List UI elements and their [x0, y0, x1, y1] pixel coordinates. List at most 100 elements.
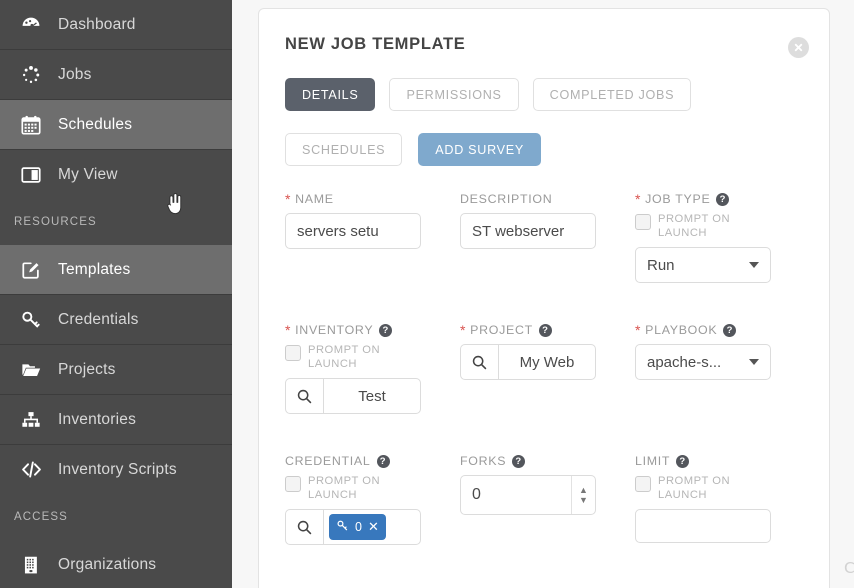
tab-completed-jobs[interactable]: COMPLETED JOBS — [532, 78, 692, 111]
spinner-dots-icon — [14, 62, 48, 88]
pencil-square-icon — [14, 257, 48, 283]
code-brackets-icon — [14, 457, 48, 483]
sidebar-item-label: Organizations — [58, 555, 157, 573]
name-input[interactable]: servers setu — [285, 213, 421, 249]
chevron-down-icon — [749, 262, 759, 268]
limit-input[interactable] — [635, 509, 771, 543]
sidebar-item-inventories[interactable]: Inventories — [0, 395, 232, 444]
help-question-icon[interactable]: ? — [379, 323, 393, 337]
help-question-icon[interactable]: ? — [376, 454, 390, 468]
field-label-text: DESCRIPTION — [460, 192, 553, 206]
field-label-text: LIMIT — [635, 454, 671, 468]
chevron-down-icon[interactable]: ▼ — [579, 495, 588, 505]
search-icon[interactable] — [286, 379, 324, 413]
job-template-form: * NAME servers setu DESCRIPTION ST webse… — [285, 192, 805, 585]
field-playbook: * PLAYBOOK ? apache-s... — [635, 323, 810, 454]
field-label-text: FORKS — [460, 454, 507, 468]
help-question-icon[interactable]: ? — [676, 454, 690, 468]
stepper-arrows[interactable]: ▲ ▼ — [571, 476, 595, 514]
field-label: * NAME — [285, 192, 460, 206]
job-type-value: Run — [647, 256, 675, 274]
field-label-text: NAME — [295, 192, 334, 206]
sidebar-item-credentials[interactable]: Credentials — [0, 295, 232, 344]
calendar-icon — [14, 112, 48, 138]
chevron-down-icon — [749, 359, 759, 365]
prompt-on-launch-checkbox[interactable] — [635, 476, 651, 492]
field-forks: FORKS ? 0 ▲ ▼ — [460, 454, 635, 585]
credential-lookup[interactable]: 0 ✕ — [285, 509, 421, 545]
field-label-text: PLAYBOOK — [645, 323, 718, 337]
prompt-on-launch-checkbox[interactable] — [635, 214, 651, 230]
field-name: * NAME servers setu — [285, 192, 460, 323]
page-title: NEW JOB TEMPLATE — [285, 35, 466, 53]
sidebar-section-resources: RESOURCES — [0, 199, 232, 245]
sidebar-item-projects[interactable]: Projects — [0, 345, 232, 394]
forks-stepper[interactable]: 0 ▲ ▼ — [460, 475, 596, 515]
prompt-on-launch-row[interactable]: PROMPT ON LAUNCH — [285, 344, 460, 371]
credential-tag-container: 0 ✕ — [324, 510, 420, 544]
sidebar-item-dashboard[interactable]: Dashboard — [0, 0, 232, 49]
main-content: NEW JOB TEMPLATE DETAILS PERMISSIONS COM… — [232, 0, 854, 588]
field-label: CREDENTIAL ? — [285, 454, 460, 468]
prompt-on-launch-checkbox[interactable] — [285, 476, 301, 492]
sidebar-item-inventory-scripts[interactable]: Inventory Scripts — [0, 445, 232, 494]
field-label: * INVENTORY ? — [285, 323, 460, 337]
required-marker: * — [460, 322, 467, 338]
close-circle-icon[interactable] — [788, 37, 809, 58]
field-label: * PROJECT ? — [460, 323, 635, 337]
field-label: DESCRIPTION — [460, 192, 635, 206]
playbook-value: apache-s... — [647, 353, 722, 371]
new-job-template-modal: NEW JOB TEMPLATE DETAILS PERMISSIONS COM… — [258, 8, 830, 588]
prompt-on-launch-row[interactable]: PROMPT ON LAUNCH — [285, 475, 460, 502]
sidebar: Dashboard Jobs Schedules My View RESOURC… — [0, 0, 232, 588]
prompt-on-launch-row[interactable]: PROMPT ON LAUNCH — [635, 213, 810, 240]
add-survey-button[interactable]: ADD SURVEY — [418, 133, 541, 166]
sidebar-item-label: Inventories — [58, 410, 137, 428]
prompt-on-launch-label: PROMPT ON LAUNCH — [658, 213, 731, 239]
help-question-icon[interactable]: ? — [512, 454, 526, 468]
sidebar-item-label: Jobs — [58, 65, 92, 83]
sitemap-icon — [14, 407, 48, 433]
required-marker: * — [285, 191, 292, 207]
inventory-lookup[interactable]: Test — [285, 378, 421, 414]
help-question-icon[interactable]: ? — [538, 323, 552, 337]
playbook-select[interactable]: apache-s... — [635, 344, 771, 380]
sidebar-item-my-view[interactable]: My View — [0, 150, 232, 199]
prompt-on-launch-row[interactable]: PROMPT ON LAUNCH — [635, 475, 810, 502]
prompt-on-launch-label: PROMPT ON LAUNCH — [308, 344, 381, 370]
sidebar-item-label: My View — [58, 165, 118, 183]
sidebar-section-label: RESOURCES — [14, 216, 97, 228]
required-marker: * — [635, 191, 642, 207]
sidebar-item-jobs[interactable]: Jobs — [0, 50, 232, 99]
credential-tag[interactable]: 0 ✕ — [329, 514, 386, 540]
job-type-select[interactable]: Run — [635, 247, 771, 283]
sidebar-item-organizations[interactable]: Organizations — [0, 540, 232, 588]
search-icon[interactable] — [286, 510, 324, 544]
sidebar-item-label: Inventory Scripts — [58, 460, 177, 478]
key-icon — [14, 307, 48, 333]
required-marker: * — [635, 322, 642, 338]
sidebar-item-templates[interactable]: Templates — [0, 245, 232, 294]
dashboard-gauge-icon — [14, 12, 48, 38]
sidebar-item-schedules[interactable]: Schedules — [0, 100, 232, 149]
chevron-up-icon[interactable]: ▲ — [579, 485, 588, 495]
project-value: My Web — [519, 353, 575, 371]
building-icon — [14, 552, 48, 578]
prompt-on-launch-label: PROMPT ON LAUNCH — [658, 475, 731, 501]
help-question-icon[interactable]: ? — [723, 323, 737, 337]
forks-value[interactable]: 0 — [461, 476, 571, 514]
help-question-icon[interactable]: ? — [716, 192, 730, 206]
sidebar-item-label: Dashboard — [58, 15, 136, 33]
search-icon[interactable] — [461, 345, 499, 379]
field-job-type: * JOB TYPE ? PROMPT ON LAUNCH Run — [635, 192, 810, 323]
schedules-button[interactable]: SCHEDULES — [285, 133, 403, 166]
credential-tag-label: 0 — [355, 520, 362, 534]
sidebar-section-access: ACCESS — [0, 494, 232, 540]
key-icon — [336, 519, 349, 535]
tab-permissions[interactable]: PERMISSIONS — [389, 78, 519, 111]
description-input[interactable]: ST webserver — [460, 213, 596, 249]
project-lookup[interactable]: My Web — [460, 344, 596, 380]
close-icon[interactable]: ✕ — [368, 519, 379, 535]
prompt-on-launch-checkbox[interactable] — [285, 345, 301, 361]
tab-details[interactable]: DETAILS — [285, 78, 376, 111]
